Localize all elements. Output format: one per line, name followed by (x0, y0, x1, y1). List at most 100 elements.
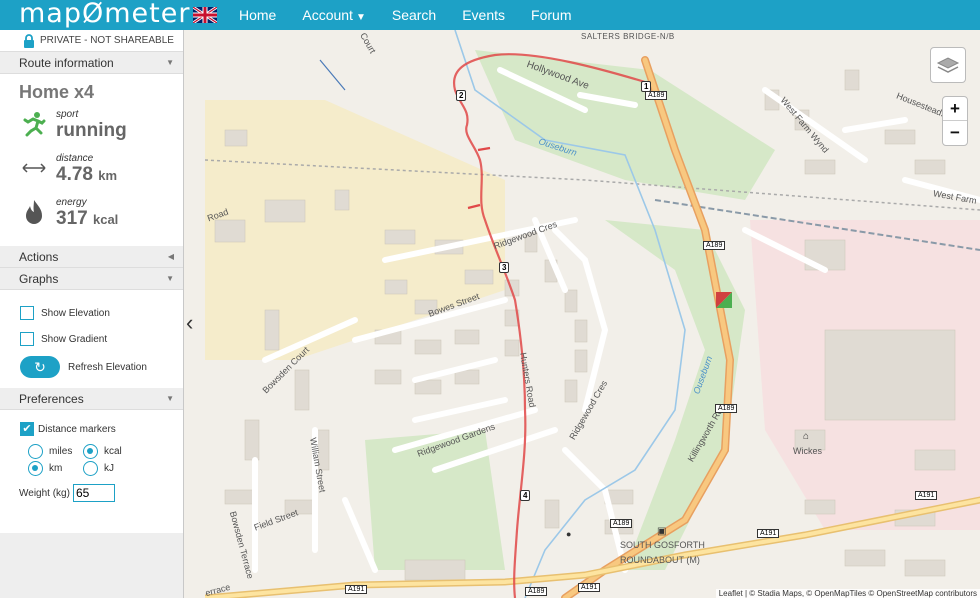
road-ref-badge: A189 (715, 404, 738, 413)
chevron-left-icon: ◀ (167, 252, 174, 261)
sport-label: sport (56, 109, 79, 120)
route-name: Home x4 (19, 82, 95, 102)
zoom-in-button[interactable]: + (943, 97, 967, 121)
layers-icon[interactable] (931, 48, 965, 82)
place-label: ROUNDABOUT (M) (620, 555, 700, 565)
refresh-elevation-button[interactable]: ↻ Refresh Elevation (20, 356, 183, 378)
road-ref-badge: A189 (525, 587, 548, 596)
chevron-down-icon: ▼ (355, 12, 366, 23)
distance-marker[interactable]: 2 (456, 90, 467, 101)
map-svg[interactable] (205, 30, 980, 598)
miles-label: miles (49, 446, 73, 457)
nav-events[interactable]: Events (462, 7, 505, 23)
weight-label: Weight (kg) (19, 487, 70, 499)
actions-label: Actions (19, 249, 59, 264)
mapometer-logo[interactable]: mapØmeter (19, 0, 189, 29)
radio-circle[interactable] (28, 461, 43, 476)
stat-distance: distance 4.78 km (19, 147, 183, 191)
weight-row: Weight (kg) (19, 484, 183, 502)
distance-markers-checkbox[interactable]: ✔ Distance markers (20, 420, 183, 438)
graphs-header[interactable]: Graphs ▼ (0, 268, 183, 290)
distance-markers-label: Distance markers (38, 423, 116, 435)
kj-label: kJ (104, 463, 114, 474)
graphs-panel: Show Elevation Show Gradient ↻ Refresh E… (0, 290, 183, 380)
sidebar-footer (0, 533, 183, 598)
route-info-header[interactable]: Route information ▼ (0, 52, 183, 74)
chevron-down-icon: ▼ (166, 394, 174, 403)
distance-marker[interactable]: 4 (520, 490, 531, 501)
energy-unit: kcal (92, 212, 119, 227)
kcal-label: kcal (104, 446, 122, 457)
weight-input[interactable] (72, 484, 115, 502)
checkbox-box[interactable] (20, 306, 34, 320)
street-label: SALTERS BRIDGE-N/B (581, 32, 675, 41)
checkbox-box[interactable] (20, 332, 34, 346)
units-radio-group: miles kcal km kJ (28, 444, 183, 476)
road-ref-badge: A191 (757, 529, 780, 538)
nav-account[interactable]: Account ▼ (302, 7, 366, 23)
sport-value: running (56, 120, 127, 141)
start-finish-marker-icon[interactable] (716, 292, 732, 308)
lock-icon (24, 34, 34, 48)
actions-header[interactable]: Actions ◀ (0, 246, 183, 268)
radio-kj[interactable]: kJ (83, 461, 143, 476)
show-gradient-label: Show Gradient (41, 333, 108, 345)
stat-energy: energy 317 kcal (19, 191, 183, 235)
route-summary: Home x4 sport running distance 4.78 km e… (0, 74, 183, 246)
distance-label: distance (56, 153, 94, 164)
bus-stop-icon: ▣ (657, 526, 667, 537)
shop-icon: ⌂ (803, 431, 810, 442)
road-ref-badge: A189 (610, 519, 633, 528)
zoom-out-button[interactable]: − (943, 121, 967, 145)
nav-home[interactable]: Home (239, 7, 276, 23)
road-ref-badge: A191 (345, 585, 368, 594)
road-ref-badge: A191 (915, 491, 938, 500)
energy-value-wrap: 317 kcal (56, 208, 118, 230)
road-ref-badge: A189 (645, 91, 668, 100)
road-ref-badge: A189 (703, 241, 726, 250)
stat-sport: sport running (19, 103, 183, 147)
energy-value: 317 (56, 208, 88, 229)
top-navbar: mapØmeter Home Account ▼ Search Events Fo… (0, 0, 980, 30)
privacy-notice: PRIVATE - NOT SHAREABLE (0, 30, 183, 52)
refresh-elevation-label: Refresh Elevation (68, 361, 147, 373)
map-attribution[interactable]: Leaflet | © Stadia Maps, © OpenMapTiles … (715, 589, 980, 598)
radio-circle[interactable] (28, 444, 43, 459)
nav-search[interactable]: Search (392, 7, 436, 23)
refresh-icon[interactable]: ↻ (20, 356, 60, 378)
distance-arrows-icon (22, 163, 46, 173)
radio-kcal[interactable]: kcal (83, 444, 143, 459)
chevron-down-icon: ▼ (166, 274, 174, 283)
nav-account-label: Account (302, 7, 353, 23)
distance-value-wrap: 4.78 km (56, 164, 117, 186)
show-elevation-label: Show Elevation (41, 307, 110, 319)
shop-icon: ● (566, 529, 572, 539)
radio-circle[interactable] (83, 444, 98, 459)
distance-marker[interactable]: 1 (641, 81, 652, 92)
preferences-label: Preferences (19, 391, 84, 406)
uk-flag-icon[interactable] (193, 7, 217, 23)
layers-button[interactable] (930, 47, 966, 83)
zoom-control: + − (942, 96, 968, 146)
distance-unit: km (98, 168, 118, 183)
radio-km[interactable]: km (28, 461, 83, 476)
flame-icon (26, 200, 42, 224)
show-elevation-checkbox[interactable]: Show Elevation (20, 300, 183, 326)
place-label: SOUTH GOSFORTH (620, 540, 705, 550)
preferences-panel: ✔ Distance markers miles kcal km kJ Weig… (0, 410, 183, 502)
distance-marker[interactable]: 3 (499, 262, 510, 273)
show-gradient-checkbox[interactable]: Show Gradient (20, 326, 183, 352)
graphs-label: Graphs (19, 271, 59, 286)
sidebar: PRIVATE - NOT SHAREABLE Route informatio… (0, 30, 184, 598)
road-ref-badge: A191 (578, 583, 601, 592)
energy-label: energy (56, 197, 87, 208)
radio-circle[interactable] (83, 461, 98, 476)
map-canvas[interactable]: SALTERS BRIDGE-N/B Hollywood Ave Housest… (205, 30, 980, 598)
collapse-sidebar-icon[interactable]: ‹ (186, 310, 193, 336)
checkmark-icon[interactable]: ✔ (20, 422, 34, 436)
route-info-label: Route information (19, 55, 114, 70)
store-label: Wickes (793, 446, 822, 456)
radio-miles[interactable]: miles (28, 444, 83, 459)
nav-forum[interactable]: Forum (531, 7, 571, 23)
preferences-header[interactable]: Preferences ▼ (0, 388, 183, 410)
